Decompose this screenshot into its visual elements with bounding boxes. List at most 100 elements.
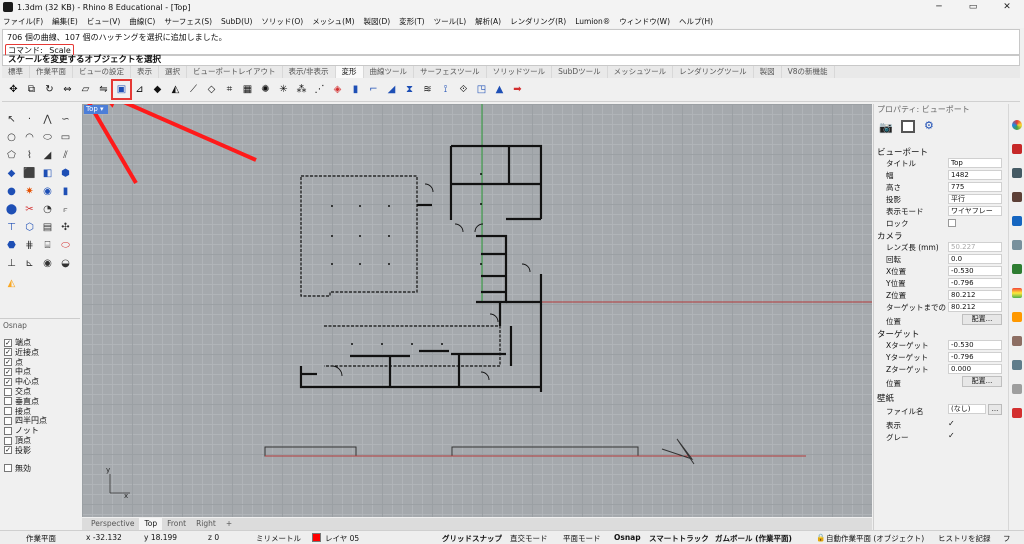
display-mode-select[interactable]: ワイヤフレー <box>948 206 1002 216</box>
menu-item[interactable]: 曲線(C) <box>129 16 155 27</box>
menu-item[interactable]: ヘルプ(H) <box>679 16 713 27</box>
width-field[interactable]: 1482 <box>948 170 1002 180</box>
explode-icon[interactable]: ✷ <box>22 184 37 199</box>
display-icon[interactable] <box>1012 168 1022 178</box>
toolbar-tab[interactable]: サーフェスツール <box>414 66 487 78</box>
projection-select[interactable]: 平行 <box>948 194 1002 204</box>
file-browse-button[interactable]: ... <box>988 404 1002 415</box>
plane-icon[interactable]: ◧ <box>40 166 55 181</box>
grid-snap-toggle[interactable]: グリッドスナップ <box>442 533 502 544</box>
file-name-field[interactable]: (なし) <box>948 404 986 414</box>
filter-toggle[interactable]: フ <box>1003 533 1011 544</box>
y-target-field[interactable]: -0.796 <box>948 352 1002 362</box>
osnap-checkbox[interactable]: ✓ <box>4 367 12 376</box>
grid-array-icon[interactable]: ⋕ <box>22 238 37 253</box>
curve-icon[interactable]: ∽ <box>58 112 73 127</box>
copy-icon[interactable]: ⧉ <box>24 82 39 97</box>
disable-checkbox[interactable] <box>4 464 12 473</box>
chamfer-icon[interactable]: ⟔ <box>58 202 73 217</box>
named-view-icon[interactable] <box>1012 216 1022 226</box>
viewport-tab[interactable]: Right <box>191 518 221 530</box>
ellipse-icon[interactable]: ⬭ <box>40 130 55 145</box>
render-icon[interactable]: ◭ <box>4 276 19 291</box>
toolbar-tab[interactable]: 製図 <box>754 66 782 78</box>
rotate-icon[interactable]: ↻ <box>42 82 57 97</box>
color-icon[interactable] <box>1012 120 1022 130</box>
osnap-checkbox[interactable]: ✓ <box>4 338 12 347</box>
toolbar-tab[interactable]: ビューの設定 <box>73 66 131 78</box>
osnap-checkbox[interactable]: ✓ <box>4 446 12 455</box>
flow-icon[interactable]: ◭ <box>168 82 183 97</box>
toolbar-tab[interactable]: 標準 <box>2 66 30 78</box>
menu-item[interactable]: メッシュ(M) <box>312 16 354 27</box>
gumball-icon[interactable]: ✣ <box>58 220 73 235</box>
viewport-tab[interactable]: Top <box>139 518 163 530</box>
show-checkbox[interactable]: ✓ <box>948 419 955 428</box>
ground-plane-icon[interactable] <box>1012 336 1022 346</box>
toolbar-tab[interactable]: ビューポートレイアウト <box>187 66 283 78</box>
maelstrom-icon[interactable]: ≋ <box>420 82 435 97</box>
flow-surface-icon[interactable]: ◢ <box>384 82 399 97</box>
toolbar-tab[interactable]: 曲線ツール <box>364 66 415 78</box>
osnap-checkbox[interactable] <box>4 436 12 445</box>
z-target-field[interactable]: 0.000 <box>948 364 1002 374</box>
viewport-icon[interactable] <box>901 120 915 133</box>
polygon-icon[interactable]: ⬠ <box>4 148 19 163</box>
viewport-title-tab[interactable]: Top ▾ <box>84 105 108 114</box>
status-layer[interactable]: レイヤ 05 <box>325 533 359 544</box>
layers-icon[interactable] <box>1012 192 1022 202</box>
split-icon[interactable]: ⬡ <box>22 220 37 235</box>
cylinder-icon[interactable]: ▮ <box>58 184 73 199</box>
toolbar-tab[interactable]: 表示 <box>131 66 159 78</box>
dimension-icon[interactable]: ⊥ <box>4 256 19 271</box>
scale-1d-icon[interactable]: ⇔ <box>60 82 75 97</box>
viewport-tab[interactable]: Perspective <box>86 518 139 530</box>
add-viewport-tab-button[interactable]: + <box>221 518 237 530</box>
close-button[interactable]: ✕ <box>990 0 1024 14</box>
arc-icon[interactable]: ◠ <box>22 130 37 145</box>
osnap-checkbox[interactable] <box>4 407 12 416</box>
polar-array-icon[interactable]: ✺ <box>258 82 273 97</box>
osnap-toggle[interactable]: Osnap <box>614 533 641 542</box>
point-icon[interactable]: · <box>22 112 37 127</box>
rectangle-icon[interactable]: ▭ <box>58 130 73 145</box>
gumball-toggle[interactable]: ガムボール (作業平面) <box>715 533 792 544</box>
move-icon[interactable]: ✥ <box>6 82 21 97</box>
scale-icon[interactable]: ▣ <box>111 79 132 100</box>
toolbar-tab[interactable]: 選択 <box>159 66 187 78</box>
toolbar-tab[interactable]: メッシュツール <box>608 66 674 78</box>
boolean-icon[interactable]: ⬤ <box>4 202 19 217</box>
planar-toggle[interactable]: 平面モード <box>563 533 601 544</box>
rotation-field[interactable]: 0.0 <box>948 254 1002 264</box>
status-cplane[interactable]: 作業平面 <box>26 533 56 544</box>
target-place-button[interactable]: 配置... <box>962 376 1002 387</box>
remap-icon[interactable]: ▲ <box>492 82 507 97</box>
select-arrow-icon[interactable]: ↖ <box>4 112 19 127</box>
offset-icon[interactable]: ⫽ <box>58 148 73 163</box>
orient-icon[interactable]: ⊿ <box>132 82 147 97</box>
render-panel-icon[interactable] <box>1012 240 1022 250</box>
menu-item[interactable]: Lumion® <box>575 17 610 26</box>
surface-icon[interactable]: ◢ <box>40 148 55 163</box>
record-history-icon[interactable]: ⬭ <box>58 238 73 253</box>
join-icon[interactable]: ⊤ <box>4 220 19 235</box>
gray-checkbox[interactable]: ✓ <box>948 431 955 440</box>
smash-icon[interactable]: ✳ <box>276 82 291 97</box>
toolbar-tab[interactable]: SubDツール <box>552 66 608 78</box>
smart-track-toggle[interactable]: スマートトラック <box>649 533 709 544</box>
height-field[interactable]: 775 <box>948 182 1002 192</box>
y-position-field[interactable]: -0.796 <box>948 278 1002 288</box>
osnap-item[interactable]: ✓ 投影 <box>4 445 31 456</box>
menu-item[interactable]: ツール(L) <box>434 16 467 27</box>
auto-cplane-toggle[interactable]: 自動作業平面 (オブジェクト) <box>826 533 924 544</box>
menu-item[interactable]: サーフェス(S) <box>164 16 212 27</box>
camera-icon[interactable]: 📷 <box>879 121 893 134</box>
menu-item[interactable]: SubD(U) <box>221 17 252 26</box>
camera-place-button[interactable]: 配置... <box>962 314 1002 325</box>
bend-2-icon[interactable]: ⌐ <box>366 82 381 97</box>
osnap-checkbox[interactable]: ✓ <box>4 348 12 357</box>
sporph-icon[interactable]: ⧗ <box>402 82 417 97</box>
properties-settings-icon[interactable]: ⚙ <box>924 119 934 132</box>
minimize-button[interactable]: ─ <box>922 0 956 14</box>
toolbar-tab[interactable]: 表示/非表示 <box>283 66 336 78</box>
